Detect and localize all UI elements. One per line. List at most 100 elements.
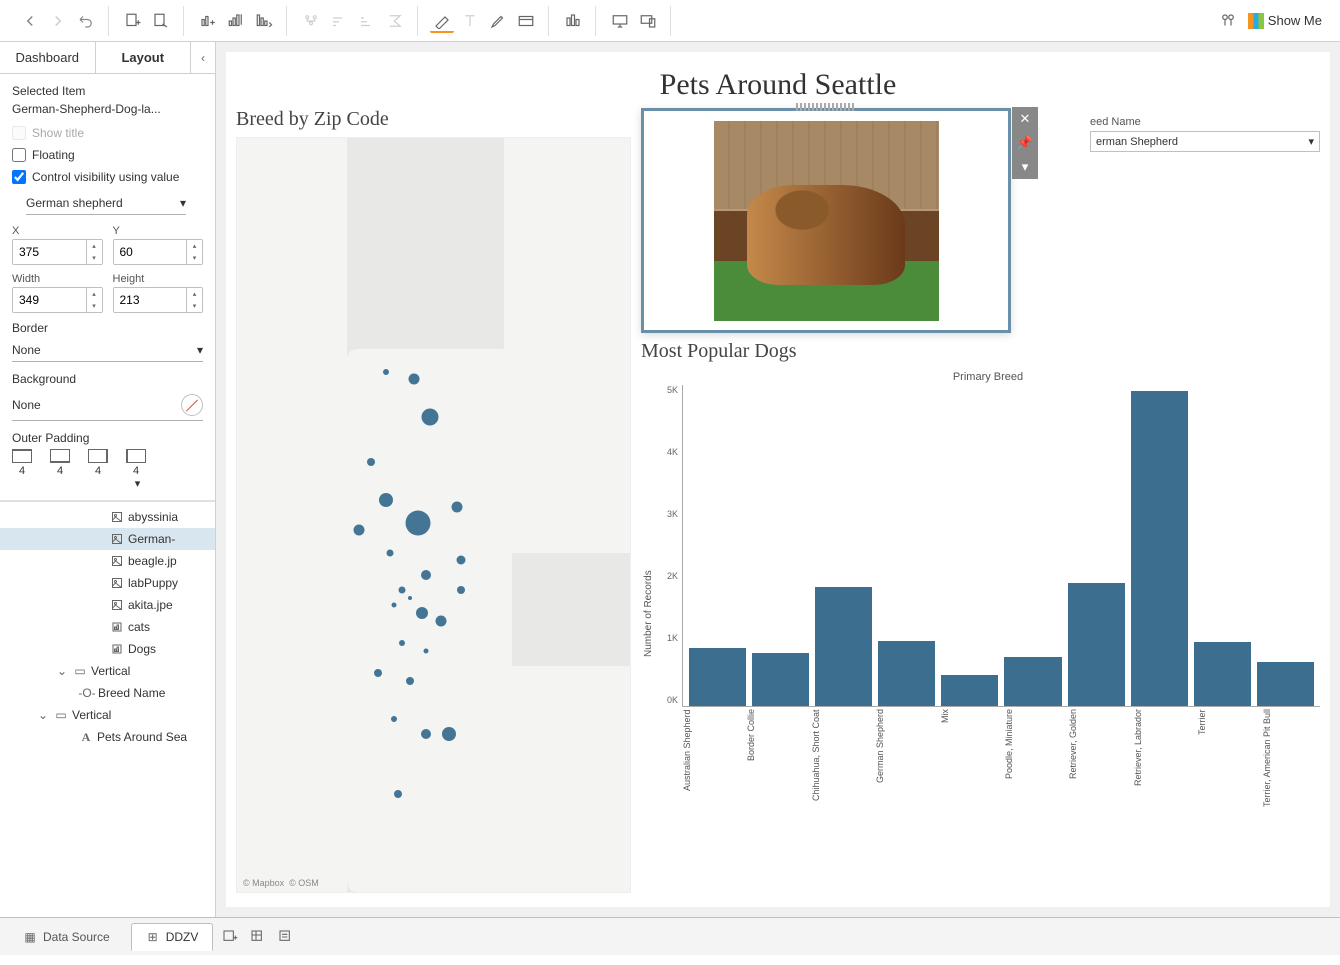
tab-dashboard[interactable]: Dashboard <box>0 42 95 73</box>
more-icon[interactable]: ▾ <box>1012 155 1038 179</box>
tab-ddzv[interactable]: ⊞DDZV <box>131 923 214 951</box>
map-bubble[interactable] <box>383 369 389 375</box>
bar[interactable] <box>878 641 935 706</box>
bar-chart[interactable]: Number of Records Primary Breed 5K4K3K2K… <box>641 369 1320 859</box>
map-bubble[interactable] <box>452 502 463 513</box>
map-bubble[interactable] <box>387 549 394 556</box>
hierarchy-item[interactable]: -O-Breed Name <box>0 682 215 704</box>
map-bubble[interactable] <box>423 648 428 653</box>
map-view[interactable]: © Mapbox © OSM <box>236 137 631 893</box>
hierarchy-item[interactable]: German- <box>0 528 215 550</box>
chevron-down-icon: ▾ <box>197 343 203 357</box>
device-button[interactable] <box>636 9 660 33</box>
back-button[interactable] <box>18 9 42 33</box>
map-bubble[interactable] <box>421 729 431 739</box>
sort-desc-button[interactable] <box>252 9 276 33</box>
x-input[interactable]: ▴▾ <box>12 239 103 265</box>
totals-button[interactable] <box>383 9 407 33</box>
text-button[interactable] <box>458 9 482 33</box>
hierarchy-item[interactable]: ⌄▭Vertical <box>0 660 215 682</box>
bar[interactable] <box>689 648 746 706</box>
sort-asc-button[interactable] <box>224 9 248 33</box>
close-icon[interactable]: ✕ <box>1012 107 1038 131</box>
outer-padding-controls[interactable]: 4 4 4 4 ▾ <box>12 449 203 490</box>
pin-icon[interactable]: 📌 <box>1012 131 1038 155</box>
dashboard-canvas[interactable]: Pets Around Seattle Breed by Zip Code © … <box>216 42 1340 917</box>
map-bubble[interactable] <box>392 603 397 608</box>
map-bubble[interactable] <box>416 607 428 619</box>
group-button[interactable] <box>299 9 323 33</box>
background-dropdown[interactable]: None <box>12 390 203 421</box>
map-bubble[interactable] <box>405 510 430 535</box>
hierarchy-item[interactable]: labPuppy <box>0 572 215 594</box>
duplicate-sheet-button[interactable] <box>149 9 173 33</box>
map-bubble[interactable] <box>379 493 393 507</box>
hierarchy-item[interactable]: Dogs <box>0 638 215 660</box>
sort-bar-asc-button[interactable] <box>327 9 351 33</box>
collapse-panel-button[interactable]: ‹ <box>191 51 215 65</box>
bar[interactable] <box>1194 642 1251 706</box>
find-button[interactable] <box>1216 9 1240 33</box>
floating-checkbox[interactable]: Floating <box>12 148 203 162</box>
swap-button[interactable] <box>196 9 220 33</box>
map-bubble[interactable] <box>367 458 375 466</box>
tab-layout[interactable]: Layout <box>95 42 192 73</box>
control-visibility-dropdown[interactable]: German shepherd▾ <box>26 192 186 215</box>
selected-item-label: Selected Item <box>12 84 203 98</box>
map-bubble[interactable] <box>399 640 405 646</box>
bar[interactable] <box>1004 657 1061 706</box>
drag-handle[interactable] <box>796 103 856 111</box>
y-input[interactable]: ▴▾ <box>113 239 204 265</box>
map-bubble[interactable] <box>374 669 382 677</box>
map-bubble[interactable] <box>391 716 397 722</box>
map-bubble[interactable] <box>406 677 414 685</box>
map-bubble[interactable] <box>421 408 438 425</box>
hierarchy-item[interactable]: abyssinia <box>0 506 215 528</box>
bar[interactable] <box>815 587 872 706</box>
map-bubble[interactable] <box>457 586 465 594</box>
bar[interactable] <box>1068 583 1125 706</box>
hierarchy-item[interactable]: cats <box>0 616 215 638</box>
border-dropdown[interactable]: None▾ <box>12 339 203 362</box>
hierarchy-item[interactable]: ⌄▭Vertical <box>0 704 215 726</box>
map-bubble[interactable] <box>436 615 447 626</box>
hierarchy-item[interactable]: beagle.jp <box>0 550 215 572</box>
top-toolbar: Show Me <box>0 0 1340 42</box>
highlight-button[interactable] <box>430 9 454 33</box>
hierarchy-item[interactable]: akita.jpe <box>0 594 215 616</box>
container-button[interactable] <box>514 9 538 33</box>
german-shepherd-image <box>714 121 939 321</box>
map-bubble[interactable] <box>399 587 406 594</box>
floating-image-object[interactable]: ✕ 📌 ▾ <box>641 108 1011 333</box>
presentation-button[interactable] <box>608 9 632 33</box>
new-dashboard-button[interactable] <box>247 926 269 948</box>
width-input[interactable]: ▴▾ <box>12 287 103 313</box>
fit-dropdown[interactable] <box>561 9 585 33</box>
map-bubble[interactable] <box>442 727 456 741</box>
sort-bar-desc-button[interactable] <box>355 9 379 33</box>
show-me-button[interactable]: Show Me <box>1248 13 1322 29</box>
hierarchy-item[interactable]: APets Around Sea <box>0 726 215 748</box>
forward-button[interactable] <box>46 9 70 33</box>
undo-button[interactable] <box>74 9 98 33</box>
tab-data-source[interactable]: ▦Data Source <box>8 923 125 951</box>
map-bubble[interactable] <box>457 556 466 565</box>
map-bubble[interactable] <box>408 596 412 600</box>
map-bubble[interactable] <box>421 570 431 580</box>
new-story-button[interactable] <box>275 926 297 948</box>
x-label: X <box>12 225 103 237</box>
map-bubble[interactable] <box>353 525 364 536</box>
bar[interactable] <box>941 675 998 706</box>
new-sheet-button[interactable] <box>121 9 145 33</box>
breed-select-dropdown[interactable]: erman Shepherd▾ <box>1090 131 1320 152</box>
map-bubble[interactable] <box>394 790 402 798</box>
control-visibility-checkbox[interactable]: Control visibility using value <box>12 170 203 184</box>
height-input[interactable]: ▴▾ <box>113 287 204 313</box>
map-bubble[interactable] <box>408 374 419 385</box>
new-worksheet-button[interactable] <box>219 926 241 948</box>
bar[interactable] <box>1257 662 1314 706</box>
bar[interactable] <box>752 653 809 706</box>
bar[interactable] <box>1131 391 1188 706</box>
show-title-checkbox[interactable]: Show title <box>12 126 203 140</box>
annotate-button[interactable] <box>486 9 510 33</box>
